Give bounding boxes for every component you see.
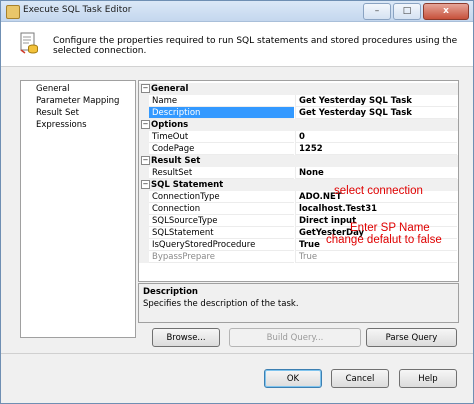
property-name: Description xyxy=(149,107,294,119)
collapse-icon[interactable]: − xyxy=(141,84,150,93)
property-name: BypassPrepare xyxy=(149,251,294,263)
category-label: General xyxy=(151,84,189,94)
help-button[interactable]: Help xyxy=(399,369,457,388)
property-row-connection[interactable]: Connection localhost.Test31 xyxy=(139,203,458,215)
property-name: IsQueryStoredProcedure xyxy=(149,239,294,251)
category-label: Options xyxy=(151,120,189,130)
maximize-button[interactable]: □ xyxy=(393,3,421,20)
header-description: Configure the properties required to run… xyxy=(53,36,458,56)
annotation-enter-sp-name: Enter SP Name xyxy=(350,222,430,234)
close-button[interactable]: x xyxy=(423,3,469,20)
window-title: Execute SQL Task Editor xyxy=(23,5,132,15)
header-panel: Configure the properties required to run… xyxy=(1,22,473,67)
nav-item-general[interactable]: General xyxy=(36,83,70,95)
property-name: ResultSet xyxy=(149,167,294,179)
nav-item-expressions[interactable]: Expressions xyxy=(36,119,87,131)
minimize-button[interactable]: – xyxy=(363,3,391,20)
app-icon xyxy=(6,5,20,19)
collapse-icon[interactable]: − xyxy=(141,120,150,129)
annotation-change-default: change defalut to false xyxy=(326,234,442,246)
property-row-codepage[interactable]: CodePage 1252 xyxy=(139,143,458,155)
title-bar[interactable]: Execute SQL Task Editor – □ x xyxy=(1,1,473,22)
property-value[interactable]: 1252 xyxy=(295,143,457,155)
property-grid: − General Name Get Yesterday SQL Task De… xyxy=(138,80,459,282)
property-value[interactable]: localhost.Test31 xyxy=(295,203,457,215)
description-title: Description xyxy=(143,287,198,297)
cancel-button[interactable]: Cancel xyxy=(331,369,389,388)
property-name: Connection xyxy=(149,203,294,215)
property-row-timeout[interactable]: TimeOut 0 xyxy=(139,131,458,143)
property-value[interactable]: Get Yesterday SQL Task xyxy=(295,95,457,107)
execute-sql-task-editor-window: Execute SQL Task Editor – □ x Configure … xyxy=(0,0,474,404)
property-value[interactable]: Get Yesterday SQL Task xyxy=(295,107,457,119)
category-options[interactable]: − Options xyxy=(139,119,458,131)
description-panel: Description Specifies the description of… xyxy=(138,283,459,323)
annotation-select-connection: select connection xyxy=(334,185,423,197)
description-text: Specifies the description of the task. xyxy=(143,299,299,309)
property-row-resultset[interactable]: ResultSet None xyxy=(139,167,458,179)
nav-item-result-set[interactable]: Result Set xyxy=(36,107,79,119)
collapse-icon[interactable]: − xyxy=(141,180,150,189)
property-row-bypassprepare: BypassPrepare True xyxy=(139,251,458,263)
divider xyxy=(1,353,473,354)
property-name: SQLSourceType xyxy=(149,215,294,227)
build-query-button[interactable]: Build Query... xyxy=(229,328,361,347)
property-value[interactable]: 0 xyxy=(295,131,457,143)
property-row-description[interactable]: Description Get Yesterday SQL Task xyxy=(139,107,458,119)
property-name: ConnectionType xyxy=(149,191,294,203)
property-row-name[interactable]: Name Get Yesterday SQL Task xyxy=(139,95,458,107)
category-general[interactable]: − General xyxy=(139,83,458,95)
property-name: TimeOut xyxy=(149,131,294,143)
category-label: SQL Statement xyxy=(151,180,224,190)
sql-task-icon xyxy=(20,32,38,54)
property-value[interactable]: None xyxy=(295,167,457,179)
property-value: True xyxy=(295,251,457,263)
property-name: CodePage xyxy=(149,143,294,155)
browse-button[interactable]: Browse... xyxy=(152,328,220,347)
collapse-icon[interactable]: − xyxy=(141,156,150,165)
category-result-set[interactable]: − Result Set xyxy=(139,155,458,167)
nav-item-parameter-mapping[interactable]: Parameter Mapping xyxy=(36,95,119,107)
property-name: Name xyxy=(149,95,294,107)
property-name: SQLStatement xyxy=(149,227,294,239)
ok-button[interactable]: OK xyxy=(264,369,322,388)
parse-query-button[interactable]: Parse Query xyxy=(366,328,457,347)
page-navigation-list: General Parameter Mapping Result Set Exp… xyxy=(20,80,136,338)
category-label: Result Set xyxy=(151,156,201,166)
